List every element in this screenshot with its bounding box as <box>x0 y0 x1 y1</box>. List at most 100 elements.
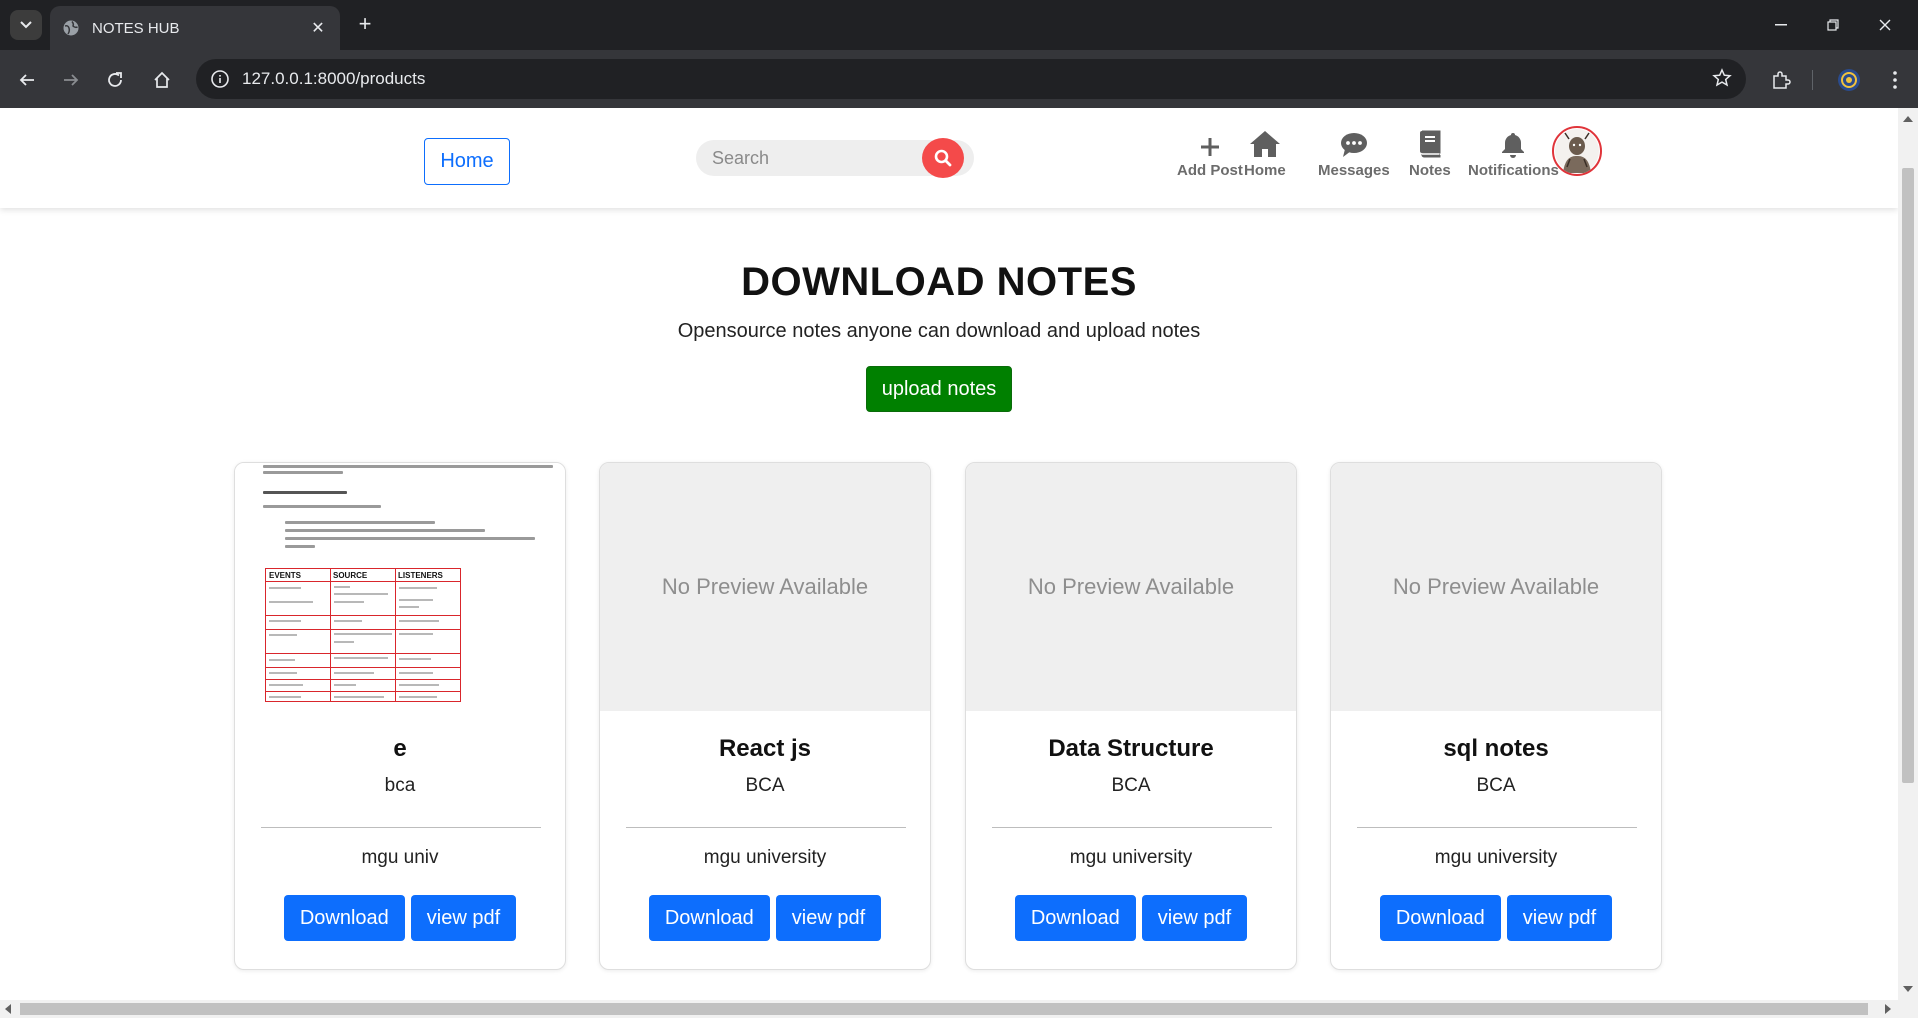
note-card: No Preview Available Data Structure BCA … <box>965 462 1297 970</box>
page-subtitle: Opensource notes anyone can download and… <box>677 320 1201 342</box>
note-preview-document[interactable]: EVENTS SOURCE LISTENERS <box>235 463 565 711</box>
nav-add-post-label: Add Post <box>1177 162 1243 179</box>
search-bar <box>696 138 974 178</box>
note-title: React js <box>718 735 812 762</box>
no-preview-placeholder[interactable]: No Preview Available <box>600 463 930 711</box>
note-university: mgu university <box>1434 847 1558 868</box>
search-input[interactable] <box>712 140 912 176</box>
browser-toolbar: 127.0.0.1:8000/products <box>0 50 1918 108</box>
view-pdf-button[interactable]: view pdf <box>410 895 517 941</box>
view-pdf-button[interactable]: view pdf <box>1506 895 1613 941</box>
browser-tab[interactable]: NOTES HUB ✕ <box>50 6 340 50</box>
card-actions: Download view pdf <box>966 895 1296 941</box>
scroll-down-arrow-icon[interactable] <box>1903 986 1913 992</box>
chevron-down-icon <box>20 21 32 29</box>
download-button[interactable]: Download <box>1014 895 1136 941</box>
nav-home-label: Home <box>1244 162 1286 179</box>
note-card: EVENTS SOURCE LISTENERS e bca mgu univ D… <box>234 462 566 970</box>
tab-search-dropdown[interactable] <box>10 10 42 40</box>
card-actions: Download view pdf <box>235 895 565 941</box>
horizontal-scroll-thumb[interactable] <box>20 1003 1868 1015</box>
nav-messages[interactable]: Messages <box>1318 126 1390 179</box>
note-title: Data Structure <box>1048 735 1214 762</box>
card-divider <box>261 827 541 828</box>
card-divider <box>992 827 1272 828</box>
doc-heading-line <box>263 491 347 494</box>
note-title: e <box>393 735 407 762</box>
minimize-icon[interactable] <box>1766 12 1796 38</box>
profile-icon[interactable] <box>1834 65 1864 95</box>
restore-icon[interactable] <box>1818 12 1848 38</box>
download-button[interactable]: Download <box>648 895 770 941</box>
note-card: No Preview Available sql notes BCA mgu u… <box>1330 462 1662 970</box>
search-button[interactable] <box>922 138 964 178</box>
nav-notes[interactable]: Notes <box>1409 126 1451 179</box>
house-icon <box>1249 126 1281 158</box>
upload-notes-button[interactable]: upload notes <box>866 366 1012 412</box>
vertical-scrollbar[interactable] <box>1898 108 1918 1000</box>
scroll-right-arrow-icon[interactable] <box>1885 1004 1891 1014</box>
close-window-icon[interactable] <box>1870 12 1900 38</box>
note-university: mgu university <box>703 847 827 868</box>
search-icon <box>934 149 952 167</box>
user-avatar[interactable] <box>1552 126 1602 176</box>
no-preview-placeholder[interactable]: No Preview Available <box>1331 463 1661 711</box>
close-tab-icon[interactable]: ✕ <box>308 18 328 38</box>
download-button[interactable]: Download <box>1379 895 1501 941</box>
forward-icon[interactable] <box>56 65 86 95</box>
new-tab-icon[interactable]: + <box>352 12 378 38</box>
no-preview-placeholder[interactable]: No Preview Available <box>966 463 1296 711</box>
note-university: mgu university <box>1069 847 1193 868</box>
toolbar-separator <box>1812 70 1813 90</box>
vertical-scroll-thumb[interactable] <box>1902 168 1914 783</box>
note-title: sql notes <box>1443 735 1549 762</box>
home-browser-icon[interactable] <box>147 65 177 95</box>
card-divider <box>1357 827 1637 828</box>
avatar-image <box>1555 129 1599 173</box>
nav-notifications-label: Notifications <box>1468 162 1559 179</box>
browser-menu-icon[interactable] <box>1880 65 1910 95</box>
doc-table-header: SOURCE <box>333 571 368 580</box>
site-info-icon[interactable] <box>208 67 232 91</box>
scrollbar-corner <box>1898 1000 1918 1018</box>
scroll-left-arrow-icon[interactable] <box>5 1004 11 1014</box>
download-button[interactable]: Download <box>283 895 405 941</box>
site-navbar: Home Add Post Home Messages <box>0 108 1898 208</box>
card-actions: Download view pdf <box>600 895 930 941</box>
note-university: mgu univ <box>361 847 439 868</box>
home-button[interactable]: Home <box>424 138 510 185</box>
back-icon[interactable] <box>12 65 42 95</box>
bell-icon <box>1501 126 1525 158</box>
globe-icon <box>63 20 79 36</box>
address-bar[interactable]: 127.0.0.1:8000/products <box>196 59 1746 99</box>
tab-title: NOTES HUB <box>92 19 180 37</box>
nav-notifications[interactable]: Notifications <box>1468 126 1559 179</box>
nav-notes-label: Notes <box>1409 162 1451 179</box>
nav-add-post[interactable]: Add Post <box>1177 126 1243 179</box>
note-course: BCA <box>1111 775 1151 796</box>
extensions-puzzle-icon[interactable] <box>1766 65 1796 95</box>
card-actions: Download view pdf <box>1331 895 1661 941</box>
horizontal-scrollbar[interactable] <box>0 1000 1898 1018</box>
view-pdf-button[interactable]: view pdf <box>775 895 882 941</box>
note-course: BCA <box>1476 775 1516 796</box>
reload-icon[interactable] <box>100 65 130 95</box>
plus-icon <box>1199 126 1221 158</box>
doc-events-table: EVENTS SOURCE LISTENERS <box>265 568 461 702</box>
doc-table-header: EVENTS <box>269 571 302 580</box>
bookmark-star-icon[interactable] <box>1712 68 1732 93</box>
note-course: bca <box>384 775 416 796</box>
scroll-up-arrow-icon[interactable] <box>1903 116 1913 122</box>
nav-messages-label: Messages <box>1318 162 1390 179</box>
nav-home[interactable]: Home <box>1244 126 1286 179</box>
browser-tab-bar: NOTES HUB ✕ + <box>0 0 1918 50</box>
note-course: BCA <box>745 775 785 796</box>
note-card: No Preview Available React js BCA mgu un… <box>599 462 931 970</box>
page-viewport: Home Add Post Home Messages <box>0 108 1898 1000</box>
book-icon <box>1419 126 1441 158</box>
card-divider <box>626 827 906 828</box>
doc-table-header: LISTENERS <box>398 571 443 580</box>
chat-bubble-icon <box>1340 126 1368 158</box>
page-title: DOWNLOAD NOTES <box>741 260 1137 304</box>
view-pdf-button[interactable]: view pdf <box>1141 895 1248 941</box>
